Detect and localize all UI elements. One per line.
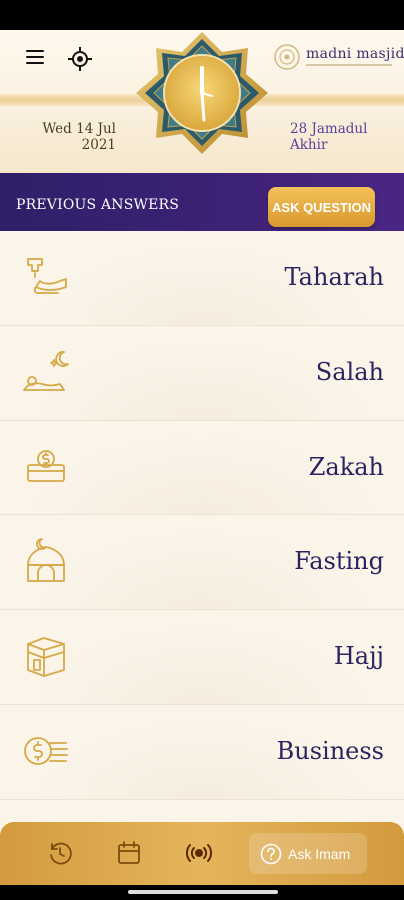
gregorian-date: Wed 14 Jul 2021 <box>28 121 116 153</box>
help-circle-icon <box>260 843 282 864</box>
logo-emblem-icon <box>274 44 300 70</box>
ask-imam-label: Ask Imam <box>288 845 351 862</box>
ask-imam-button[interactable]: Ask Imam <box>249 833 367 874</box>
mosque-crescent-icon <box>27 538 65 583</box>
gregorian-date-line2: 2021 <box>81 137 116 153</box>
hijri-date-line1: 28 Jamadul <box>290 121 368 137</box>
madni-masjid-logo: madni masjid <box>272 42 404 76</box>
category-label: Fasting <box>294 547 384 576</box>
category-taharah[interactable]: Taharah <box>0 231 404 326</box>
category-label: Salah <box>315 357 384 386</box>
category-label: Taharah <box>284 263 384 291</box>
prayer-clock-icon <box>136 32 268 154</box>
header: madni masjid Wed 14 Jul 2021 28 Jamadul … <box>0 30 404 173</box>
home-pill[interactable] <box>128 890 278 894</box>
category-label: Hajj <box>333 642 384 671</box>
location-target-icon[interactable] <box>67 46 93 72</box>
category-hajj[interactable]: Hajj <box>0 610 404 705</box>
coins-icon <box>24 737 68 765</box>
logo-text: madni masjid <box>306 46 404 62</box>
bottom-navigation: Ask Imam <box>0 822 404 885</box>
kaaba-icon <box>27 637 65 678</box>
category-fasting[interactable]: Fasting <box>0 515 404 611</box>
answers-toolbar: PREVIOUS ANSWERS ASK QUESTION <box>0 173 404 240</box>
category-list: Taharah Salah Zakah Fasting Hajj Busines… <box>0 231 404 800</box>
home-indicator <box>0 885 404 900</box>
status-bar <box>0 0 404 30</box>
charity-coin-icon <box>27 449 65 482</box>
ask-question-button[interactable]: ASK QUESTION <box>268 187 375 227</box>
logo-underline <box>306 64 392 66</box>
category-salah[interactable]: Salah <box>0 325 404 421</box>
ablution-tap-icon <box>27 258 67 294</box>
broadcast-icon[interactable] <box>186 840 212 866</box>
category-zakah[interactable]: Zakah <box>0 420 404 516</box>
previous-answers-link[interactable]: PREVIOUS ANSWERS <box>16 197 179 213</box>
category-label: Business <box>276 736 384 765</box>
history-icon[interactable] <box>47 840 73 866</box>
gregorian-date-line1: Wed 14 Jul <box>42 121 116 137</box>
category-business[interactable]: Business <box>0 704 404 800</box>
category-label: Zakah <box>308 452 384 481</box>
menu-icon[interactable] <box>26 50 48 66</box>
hijri-date-line2: Akhir <box>290 137 328 153</box>
prayer-icon <box>23 350 69 391</box>
calendar-icon[interactable] <box>116 840 142 866</box>
hijri-date: 28 Jamadul Akhir <box>290 121 400 153</box>
